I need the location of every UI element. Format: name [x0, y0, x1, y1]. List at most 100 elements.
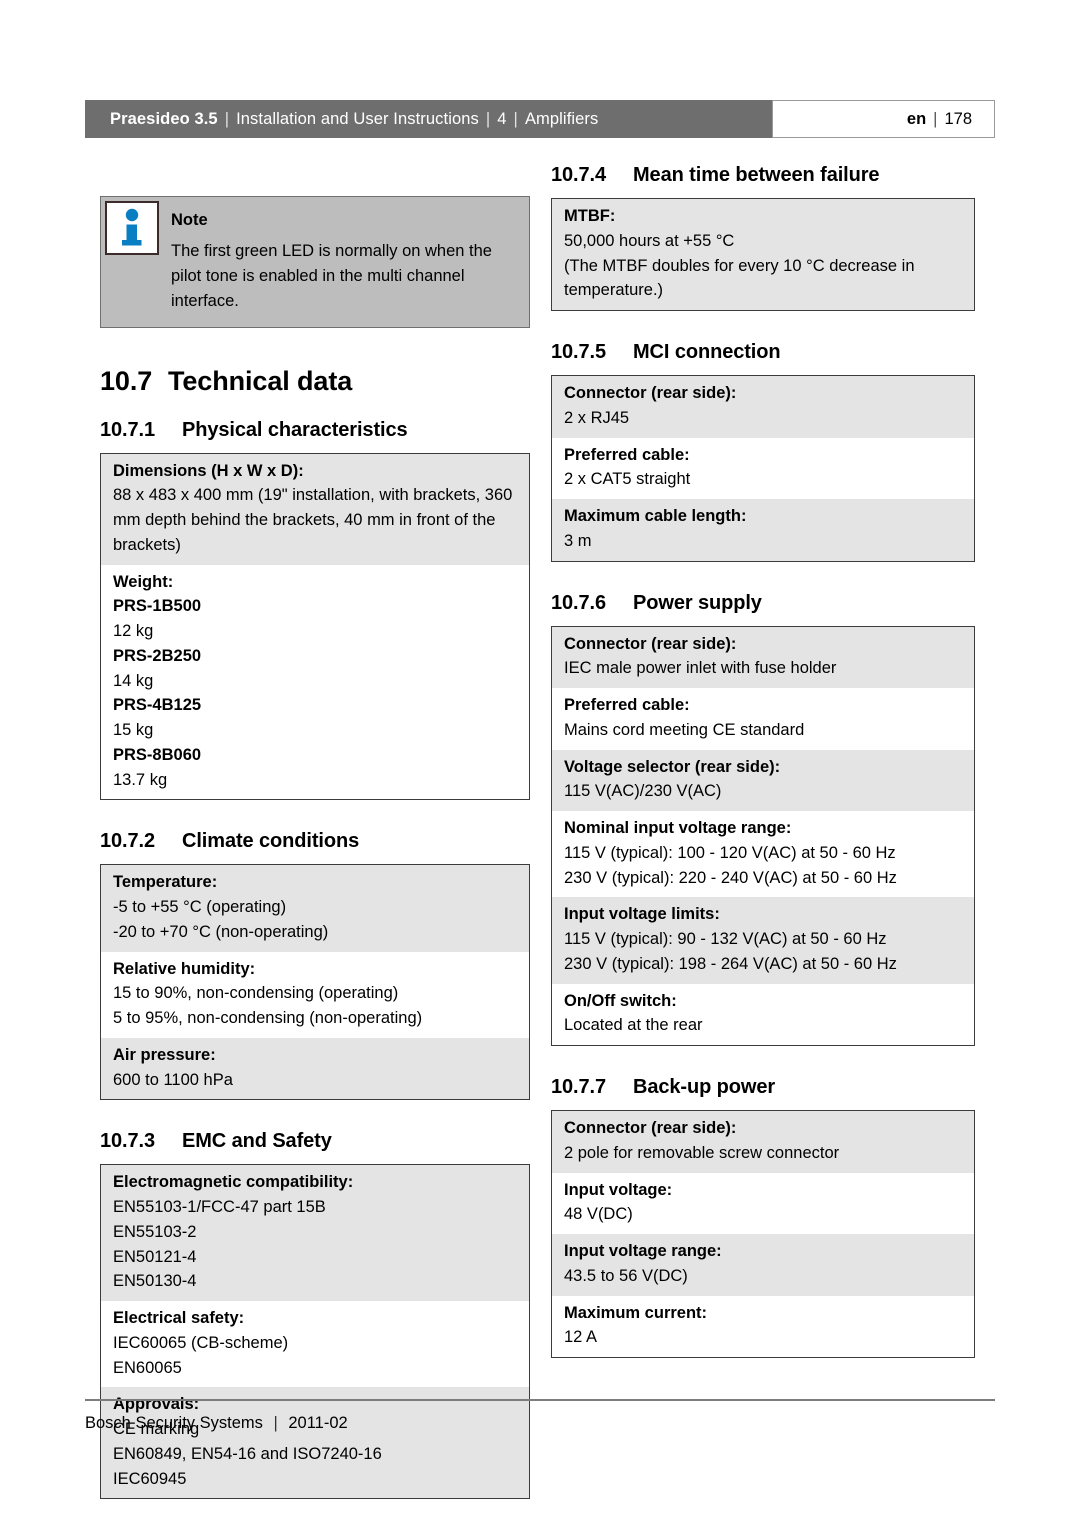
header-page-box: en | 178: [772, 100, 995, 138]
subsection-heading-mci: 10.7.5 MCI connection: [551, 341, 975, 364]
spec-row-value: Mains cord meeting CE standard: [564, 720, 805, 739]
spec-row: Voltage selector (rear side): 115 V(AC)/2…: [552, 749, 974, 811]
spec-row: Maximum cable length: 3 m: [552, 499, 974, 561]
spec-row-value: IEC60945: [113, 1469, 187, 1488]
spec-row-label: Electrical safety:: [113, 1309, 245, 1328]
spec-row-value: EN55103-2: [113, 1222, 197, 1241]
spec-row-value: 2 x CAT5 straight: [564, 470, 691, 489]
header-separator-2: |: [485, 109, 491, 128]
spec-row-value: 13.7 kg: [113, 770, 168, 789]
spec-row: Connector (rear side): IEC male power inl…: [552, 626, 974, 688]
spec-row-label: Input voltage limits:: [564, 905, 720, 924]
note-title: Note: [171, 211, 208, 229]
spec-row-label: Connector (rear side):: [564, 634, 737, 653]
spec-row-value: 115 V (typical): 100 - 120 V(AC) at 50 -…: [564, 843, 896, 862]
spec-row-value: Located at the rear: [564, 1016, 703, 1035]
spec-row-value: 88 x 483 x 400 mm (19" installation, wit…: [113, 486, 513, 554]
spec-row-label: Weight:: [113, 572, 174, 591]
spec-row-value: 115 V(AC)/230 V(AC): [564, 782, 722, 801]
header-separator-1: |: [224, 109, 230, 128]
subsection-number: 10.7.1: [100, 418, 156, 441]
spec-table-mtbf: MTBF: 50,000 hours at +55 °C (The MTBF dou…: [551, 198, 975, 311]
spec-row-value: PRS-2B250: [113, 646, 202, 665]
spec-table-climate: Temperature: -5 to +55 °C (operating) -20 …: [100, 864, 530, 1101]
spec-row-label: Input voltage:: [564, 1180, 673, 1199]
note-box: Note The first green LED is normally on …: [100, 196, 530, 328]
spec-row-value: 230 V (typical): 198 - 264 V(AC) at 50 -…: [564, 954, 897, 973]
spec-row-value: EN55103-1/FCC-47 part 15B: [113, 1198, 326, 1217]
spec-row-value: 2 x RJ45: [564, 408, 630, 427]
spec-row: Electromagnetic compatibility: EN55103-1/…: [101, 1165, 529, 1302]
spec-table-mci: Connector (rear side): 2 x RJ45 Preferred …: [551, 375, 975, 562]
spec-row: Weight: PRS-1B500 12 kg PRS-2B250 14 kg PRS-4…: [101, 564, 529, 800]
spec-row-value: 600 to 1100 hPa: [113, 1070, 233, 1089]
spec-row-label: Air pressure:: [113, 1045, 216, 1064]
spec-row-value: 2 pole for removable screw connector: [564, 1143, 840, 1162]
spec-row-value: 14 kg: [113, 671, 154, 690]
spec-row: Preferred cable: Mains cord meeting CE st…: [552, 688, 974, 750]
subsection-title: Back-up power: [633, 1076, 776, 1098]
subsection-heading-mtbf: 10.7.4 Mean time between failure: [551, 164, 975, 187]
page-number: 178: [944, 109, 972, 128]
header-breadcrumb: Praesideo 3.5 | Installation and User In…: [85, 100, 772, 138]
header-chapter-number: 4: [497, 109, 507, 128]
spec-table-emc: Electromagnetic compatibility: EN55103-1/…: [100, 1164, 530, 1500]
spec-row-value: EN50121-4: [113, 1247, 197, 1266]
spec-row-value: 15 to 90%, non-condensing (operating): [113, 984, 399, 1003]
spec-row: Input voltage: 48 V(DC): [552, 1172, 974, 1234]
subsection-title: EMC and Safety: [182, 1130, 332, 1153]
subsection-number: 10.7.4: [551, 164, 607, 186]
document-page: Praesideo 3.5 | Installation and User In…: [0, 0, 1080, 1528]
right-column: 10.7.4 Mean time between failure MTBF: 50…: [551, 164, 975, 1358]
subsection-title: Climate conditions: [182, 830, 360, 853]
note-text: The first green LED is normally on when …: [171, 241, 492, 310]
header-separator-3: |: [513, 109, 518, 128]
subsection-heading-climate: 10.7.2 Climate conditions: [100, 830, 530, 853]
spec-row-label: Input voltage range:: [564, 1242, 722, 1260]
spec-row-value: PRS-4B125: [113, 696, 202, 715]
spec-row: Connector (rear side): 2 pole for removab…: [552, 1111, 974, 1173]
section-title: Technical data: [168, 365, 353, 396]
spec-row-value: 12 kg: [113, 622, 154, 641]
spec-row-label: Preferred cable:: [564, 696, 690, 714]
subsection-number: 10.7.6: [551, 591, 607, 614]
spec-row: Connector (rear side): 2 x RJ45: [552, 376, 974, 438]
spec-row: Dimensions (H x W x D): 88 x 483 x 400 mm…: [101, 453, 529, 565]
spec-row: Input voltage range: 43.5 to 56 V(DC): [552, 1234, 974, 1296]
spec-row-label: Nominal input voltage range:: [564, 819, 792, 837]
spec-row-label: Voltage selector (rear side):: [564, 757, 781, 776]
subsection-title: Physical characteristics: [182, 418, 408, 441]
subsection-number: 10.7.7: [551, 1076, 607, 1098]
spec-row: Approvals: CE marking EN60849, EN54-16 and…: [101, 1387, 529, 1499]
header-doc-title: Installation and User Instructions: [236, 109, 479, 128]
spec-table-physical: Dimensions (H x W x D): 88 x 483 x 400 mm…: [100, 452, 530, 801]
subsection-title: Mean time between failure: [633, 164, 880, 186]
spec-table-power: Connector (rear side): IEC male power inl…: [551, 625, 975, 1046]
spec-row-label: On/Off switch:: [564, 991, 677, 1010]
spec-row-label: Temperature:: [113, 873, 218, 892]
footer-date: 2011-02: [288, 1414, 348, 1432]
subsection-heading-backup: 10.7.7 Back-up power: [551, 1076, 975, 1099]
spec-row-value: -5 to +55 °C (operating): [113, 898, 287, 917]
spec-row: Electrical safety: IEC60065 (CB-scheme) EN…: [101, 1301, 529, 1388]
footer-company: Bosch Security Systems: [85, 1414, 263, 1432]
subsection-title: Power supply: [633, 591, 762, 614]
spec-row-value: 12 A: [564, 1328, 598, 1347]
spec-row-value: IEC60065 (CB-scheme): [113, 1333, 289, 1352]
spec-row-value: 230 V (typical): 220 - 240 V(AC) at 50 -…: [564, 868, 897, 887]
spec-row: Preferred cable: 2 x CAT5 straight: [552, 437, 974, 499]
spec-row-value: 5 to 95%, non-condensing (non-operating): [113, 1009, 423, 1028]
spec-row-value: PRS-8B060: [113, 745, 202, 764]
running-header: Praesideo 3.5 | Installation and User In…: [85, 100, 995, 138]
spec-row-label: Maximum cable length:: [564, 507, 747, 525]
subsection-title: MCI connection: [633, 341, 781, 363]
spec-row-value: (The MTBF doubles for every 10 °C decrea…: [564, 256, 915, 300]
spec-row-value: 3 m: [564, 531, 592, 550]
footer: Bosch Security Systems | 2011-02: [85, 1414, 348, 1433]
spec-row-label: Preferred cable:: [564, 445, 690, 464]
left-column: Note The first green LED is normally on …: [100, 196, 530, 1500]
subsection-heading-physical: 10.7.1 Physical characteristics: [100, 419, 530, 442]
note-body: Note The first green LED is normally on …: [171, 197, 529, 327]
spec-row-value: 50,000 hours at +55 °C: [564, 231, 735, 250]
spec-row-value: EN50130-4: [113, 1272, 197, 1291]
